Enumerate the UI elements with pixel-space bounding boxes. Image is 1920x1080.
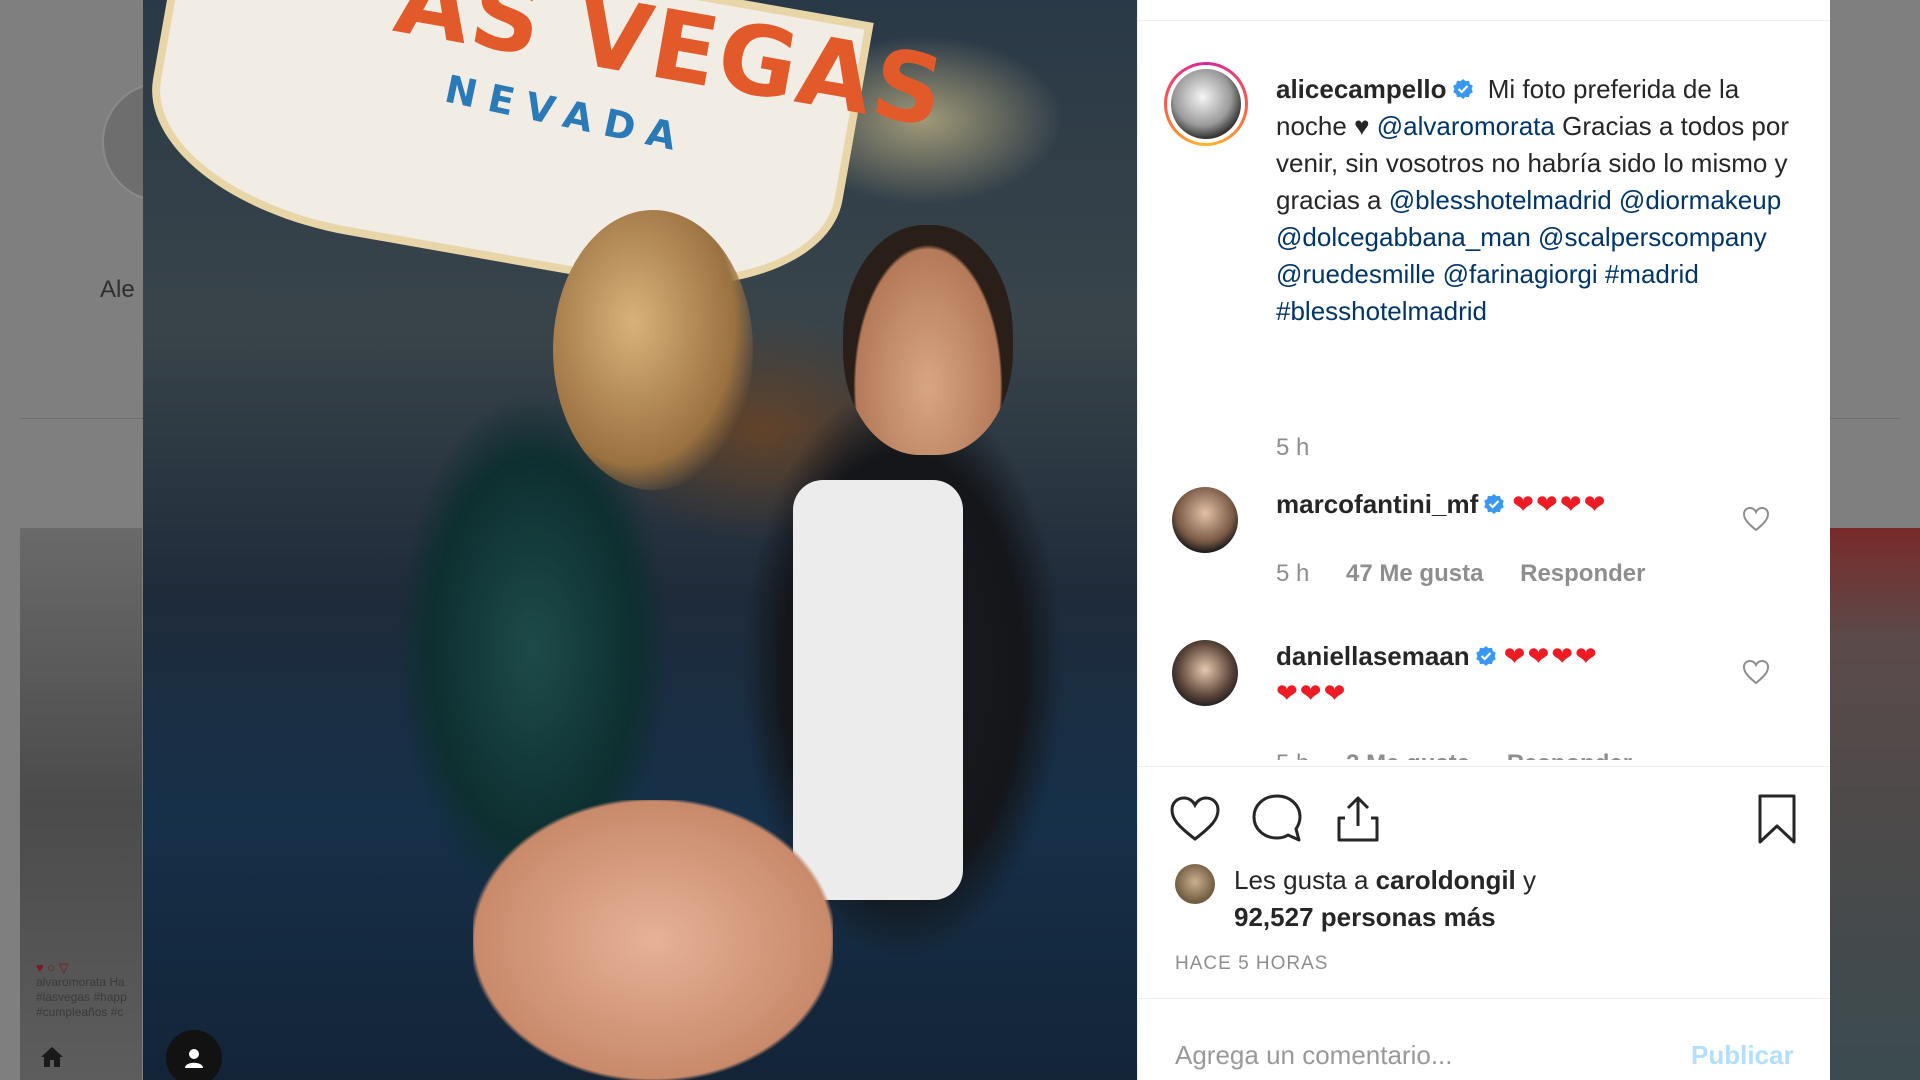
like-heart-icon[interactable]	[1168, 792, 1222, 846]
caption-space	[1612, 185, 1619, 215]
comment-body: marcofantini_mf ❤❤❤❤	[1276, 486, 1796, 523]
background-caption-line: #lasvegas #happ	[36, 990, 127, 1004]
post-timestamp: HACE 5 HORAS	[1175, 953, 1329, 974]
photo-legs	[473, 800, 833, 1080]
caption-hashtag-madrid[interactable]: #madrid	[1605, 259, 1699, 289]
post-caption: alicecampello Mi foto preferida de la no…	[1276, 71, 1796, 330]
actions-divider	[1138, 766, 1830, 767]
comment-time: 5 h	[1276, 560, 1310, 587]
comment-username[interactable]: marcofantini_mf	[1276, 489, 1478, 519]
save-bookmark-icon[interactable]	[1750, 792, 1804, 846]
add-comment-input[interactable]	[1175, 1040, 1675, 1071]
comments-list[interactable]: alicecampello Mi foto preferida de la no…	[1138, 60, 1831, 760]
photo-woman-hair	[553, 210, 753, 490]
background-profile-name: Ale	[100, 276, 135, 303]
caption-mention-alvaromorata[interactable]: @alvaromorata	[1377, 111, 1555, 141]
comment-body: daniellasemaan ❤❤❤❤ ❤❤❤	[1276, 638, 1796, 712]
comment-time: 5 h	[1276, 750, 1309, 760]
commenter-avatar[interactable]	[1172, 487, 1238, 553]
comment-text: ❤❤❤❤	[1503, 641, 1599, 671]
comment-text: ❤❤❤	[1276, 678, 1348, 708]
background-caption-line: alvaromorata Ha	[36, 975, 125, 989]
likes-summary: Les gusta a caroldongil y 92,527 persona…	[1234, 862, 1794, 936]
like-comment-heart-icon[interactable]	[1742, 659, 1770, 685]
photo-man-head	[843, 225, 1013, 455]
caption-time: 5 h	[1276, 434, 1310, 461]
panel-header-divider	[1138, 20, 1830, 21]
caption-meta: 5 h	[1276, 434, 1339, 462]
comment-text: ❤❤❤❤	[1512, 489, 1608, 519]
caption-mention-farinagiorgi[interactable]: @farinagiorgi	[1443, 259, 1598, 289]
caption-space	[1598, 259, 1605, 289]
comment-box-divider	[1138, 998, 1830, 999]
caption-mention-ruedesmille[interactable]: @ruedesmille	[1276, 259, 1435, 289]
comment-username[interactable]: daniellasemaan	[1276, 641, 1470, 671]
caption-mention-blesshotelmadrid[interactable]: @blesshotelmadrid	[1389, 185, 1612, 215]
verified-badge-icon	[1475, 646, 1496, 666]
caption-mention-diormakeup[interactable]: @diormakeup	[1619, 185, 1781, 215]
comment-bubble-icon[interactable]	[1250, 792, 1304, 846]
likes-count[interactable]: 92,527 personas más	[1234, 902, 1496, 932]
background-thumbnail-right[interactable]	[1830, 528, 1920, 1080]
likes-prefix: Les gusta a	[1234, 865, 1376, 895]
background-thumbnail-icons: ♥ ○ ▽	[36, 960, 69, 975]
likes-conjunction: y	[1515, 865, 1537, 895]
caption-space	[1531, 222, 1538, 252]
verified-badge-icon	[1484, 494, 1505, 514]
commenter-avatar[interactable]	[1172, 640, 1238, 706]
comment-likes[interactable]: 47 Me gusta	[1346, 560, 1483, 587]
comment-reply-button[interactable]: Responder	[1507, 750, 1632, 760]
user-icon	[185, 1049, 203, 1068]
liker-avatar[interactable]	[1175, 864, 1215, 904]
tagged-users-button[interactable]	[166, 1030, 222, 1080]
author-avatar[interactable]	[1164, 62, 1248, 146]
comment-likes[interactable]: 2 Me gusta	[1346, 750, 1470, 760]
like-comment-heart-icon[interactable]	[1742, 506, 1770, 532]
caption-mention-scalperscompany[interactable]: @scalperscompany	[1538, 222, 1767, 252]
author-username[interactable]: alicecampello	[1276, 74, 1447, 104]
comment-meta: 5 h 47 Me gusta Responder	[1276, 560, 1675, 588]
verified-badge-icon	[1452, 79, 1473, 99]
share-upload-icon[interactable]	[1331, 792, 1385, 846]
caption-hashtag-blesshotelmadrid[interactable]: #blesshotelmadrid	[1276, 296, 1487, 326]
background-caption-line: #cumpleaños #c	[36, 1005, 124, 1019]
background-thumbnail-caption: alvaromorata Ha #lasvegas #happ #cumplea…	[36, 975, 141, 1020]
comment-reply-button[interactable]: Responder	[1520, 560, 1645, 587]
liker-username[interactable]: caroldongil	[1376, 865, 1516, 895]
caption-space	[1435, 259, 1442, 289]
photo-man-shirt	[793, 480, 963, 900]
comment-meta: 5 h 2 Me gusta Responder	[1276, 750, 1662, 760]
home-icon[interactable]	[40, 1046, 64, 1068]
post-photo[interactable]: AS VEGAS NEVADA	[143, 0, 1137, 1080]
post-side-panel: alicecampello Mi foto preferida de la no…	[1137, 0, 1830, 1080]
caption-mention-dolcegabbana[interactable]: @dolcegabbana_man	[1276, 222, 1531, 252]
publish-button[interactable]: Publicar	[1691, 1040, 1794, 1071]
